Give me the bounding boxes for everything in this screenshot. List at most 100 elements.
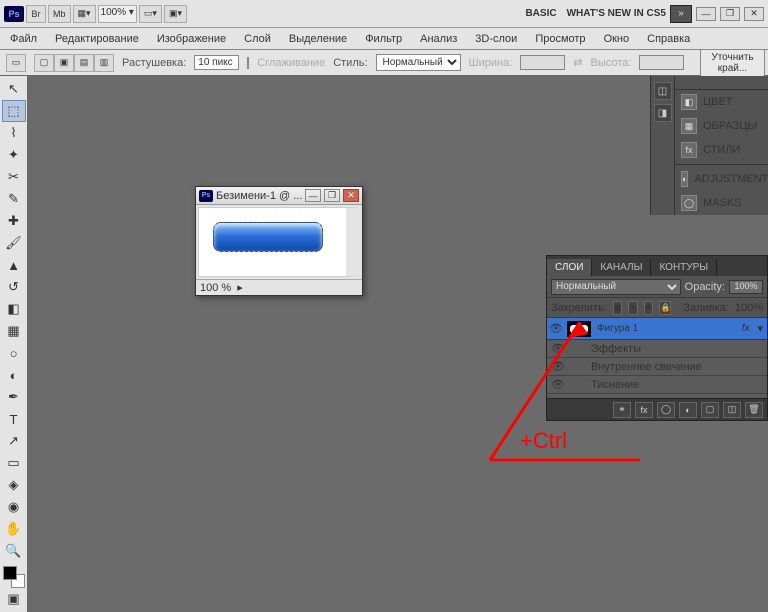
selection-intersect-icon[interactable]: ▥	[94, 54, 114, 72]
layer-fx-icon[interactable]: fx	[738, 323, 754, 334]
move-tool-icon[interactable]: ↖	[2, 78, 26, 100]
doc-info-icon[interactable]: ▸	[237, 281, 243, 294]
panel-row-color[interactable]: ◧ЦВЕТ	[675, 90, 768, 114]
minibridge-button[interactable]: Mb	[48, 5, 71, 23]
layer-row[interactable]: 👁 Фигура 1 fx ▾	[547, 318, 767, 340]
link-layers-icon[interactable]: ⚭	[613, 402, 631, 418]
tool-preset-icon[interactable]: ▭	[6, 54, 26, 72]
selection-subtract-icon[interactable]: ▤	[74, 54, 94, 72]
refine-edge-button[interactable]: Уточнить край...	[700, 49, 764, 77]
fx-visibility-icon[interactable]: 👁	[549, 378, 567, 391]
menu-layer[interactable]: Слой	[236, 30, 279, 48]
panel-row-masks[interactable]: ◯MASKS	[675, 191, 768, 215]
dock-icon[interactable]: ◫	[654, 82, 672, 100]
quickmask-icon[interactable]: ▣	[2, 588, 26, 610]
blend-mode-select[interactable]: Нормальный	[551, 279, 681, 295]
style-select[interactable]: Нормальный	[376, 54, 461, 71]
menu-3d[interactable]: 3D-слои	[467, 30, 525, 48]
panel-row-adjustments[interactable]: ◐ADJUSTMENTS	[675, 167, 768, 191]
layer-name[interactable]: Фигура 1	[593, 323, 738, 334]
wand-tool-icon[interactable]: ✦	[2, 144, 26, 166]
menu-window[interactable]: Окно	[596, 30, 638, 48]
menu-edit[interactable]: Редактирование	[47, 30, 147, 48]
menu-analysis[interactable]: Анализ	[412, 30, 465, 48]
brush-tool-icon[interactable]: 🖌	[2, 232, 26, 254]
window-restore-icon[interactable]: ❐	[720, 7, 740, 21]
doc-restore-icon[interactable]: ❐	[324, 189, 340, 202]
layer-mask-icon[interactable]: ◯	[657, 402, 675, 418]
document-canvas[interactable]	[198, 207, 360, 277]
fx-visibility-icon[interactable]: 👁	[549, 342, 567, 355]
workspace-basic[interactable]: BASIC	[519, 8, 562, 19]
type-tool-icon[interactable]: T	[2, 408, 26, 430]
window-minimize-icon[interactable]: —	[696, 7, 716, 21]
menu-image[interactable]: Изображение	[149, 30, 234, 48]
opacity-value[interactable]: 100%	[729, 280, 763, 294]
adjustment-layer-icon[interactable]: ◐	[679, 402, 697, 418]
fx-row-effects[interactable]: 👁Эффекты	[547, 340, 767, 358]
tab-channels[interactable]: КАНАЛЫ	[592, 259, 651, 276]
crop-tool-icon[interactable]: ✂	[2, 166, 26, 188]
zoom-select[interactable]: 100% ▾	[98, 5, 137, 23]
layer-thumbnail-icon[interactable]	[567, 321, 591, 337]
selection-new-icon[interactable]: ▢	[34, 54, 54, 72]
tab-paths[interactable]: КОНТУРЫ	[651, 259, 717, 276]
workspace-more-icon[interactable]: »	[670, 5, 692, 23]
menu-file[interactable]: Файл	[2, 30, 45, 48]
feather-input[interactable]	[194, 55, 239, 70]
layer-collapse-icon[interactable]: ▾	[753, 322, 767, 335]
history-brush-icon[interactable]: ↺	[2, 276, 26, 298]
path-tool-icon[interactable]: ↗	[2, 430, 26, 452]
lock-position-icon[interactable]: ✥	[644, 301, 654, 315]
eraser-tool-icon[interactable]: ◧	[2, 298, 26, 320]
fx-row-innerglow[interactable]: 👁Внутреннее свечение	[547, 358, 767, 376]
panel-row-styles[interactable]: fxСТИЛИ	[675, 138, 768, 162]
view-grid-button[interactable]: ▦▾	[73, 5, 96, 23]
selection-add-icon[interactable]: ▣	[54, 54, 74, 72]
marquee-tool-icon[interactable]: ⬚	[2, 100, 26, 122]
doc-close-icon[interactable]: ✕	[343, 189, 359, 202]
fill-value[interactable]: 100%	[735, 302, 763, 314]
doc-minimize-icon[interactable]: —	[305, 189, 321, 202]
menu-filter[interactable]: Фильтр	[357, 30, 410, 48]
3d-camera-icon[interactable]: ◉	[2, 496, 26, 518]
blur-tool-icon[interactable]: ○	[2, 342, 26, 364]
bridge-button[interactable]: Br	[26, 5, 46, 23]
tab-layers[interactable]: СЛОИ	[547, 259, 592, 276]
new-layer-icon[interactable]: ◫	[723, 402, 741, 418]
fx-visibility-icon[interactable]: 👁	[549, 360, 567, 373]
workspace-news[interactable]: WHAT'S NEW IN CS5	[567, 8, 666, 19]
pen-tool-icon[interactable]: ✒	[2, 386, 26, 408]
lock-transparency-icon[interactable]: ▦	[613, 301, 623, 315]
healing-tool-icon[interactable]: ✚	[2, 210, 26, 232]
eyedropper-tool-icon[interactable]: ✎	[2, 188, 26, 210]
screen-mode-button[interactable]: ▣▾	[164, 5, 187, 23]
right-dock: ◫ ◨ ◧ЦВЕТ ▦ОБРАЗЦЫ fxСТИЛИ ◐ADJUSTMENTS …	[650, 76, 768, 215]
layer-group-icon[interactable]: ▢	[701, 402, 719, 418]
zoom-tool-icon[interactable]: 🔍	[2, 540, 26, 562]
window-close-icon[interactable]: ✕	[744, 7, 764, 21]
menu-help[interactable]: Справка	[639, 30, 698, 48]
delete-layer-icon[interactable]: 🗑	[745, 402, 763, 418]
lock-all-icon[interactable]: 🔒	[659, 301, 671, 315]
color-swatch[interactable]	[3, 566, 25, 588]
layer-visibility-icon[interactable]: 👁	[547, 322, 565, 335]
dock-icon[interactable]: ◨	[654, 104, 672, 122]
arrange-button[interactable]: ▭▾	[139, 5, 162, 23]
layer-fx-button-icon[interactable]: fx	[635, 402, 653, 418]
lasso-tool-icon[interactable]: ⌇	[2, 122, 26, 144]
antialias-checkbox[interactable]	[247, 57, 249, 69]
hand-tool-icon[interactable]: ✋	[2, 518, 26, 540]
document-titlebar[interactable]: Ps Безимени-1 @ ... — ❐ ✕	[196, 187, 362, 205]
shape-tool-icon[interactable]: ▭	[2, 452, 26, 474]
lock-pixels-icon[interactable]: ✎	[628, 301, 638, 315]
gradient-tool-icon[interactable]: ▦	[2, 320, 26, 342]
3d-tool-icon[interactable]: ◈	[2, 474, 26, 496]
menu-view[interactable]: Просмотр	[527, 30, 593, 48]
panel-row-swatches[interactable]: ▦ОБРАЗЦЫ	[675, 114, 768, 138]
stamp-tool-icon[interactable]: ▲	[2, 254, 26, 276]
document-window: Ps Безимени-1 @ ... — ❐ ✕ 100 % ▸	[195, 186, 363, 296]
menu-select[interactable]: Выделение	[281, 30, 355, 48]
fx-row-emboss[interactable]: 👁Тиснение	[547, 376, 767, 394]
dodge-tool-icon[interactable]: ◐	[2, 364, 26, 386]
